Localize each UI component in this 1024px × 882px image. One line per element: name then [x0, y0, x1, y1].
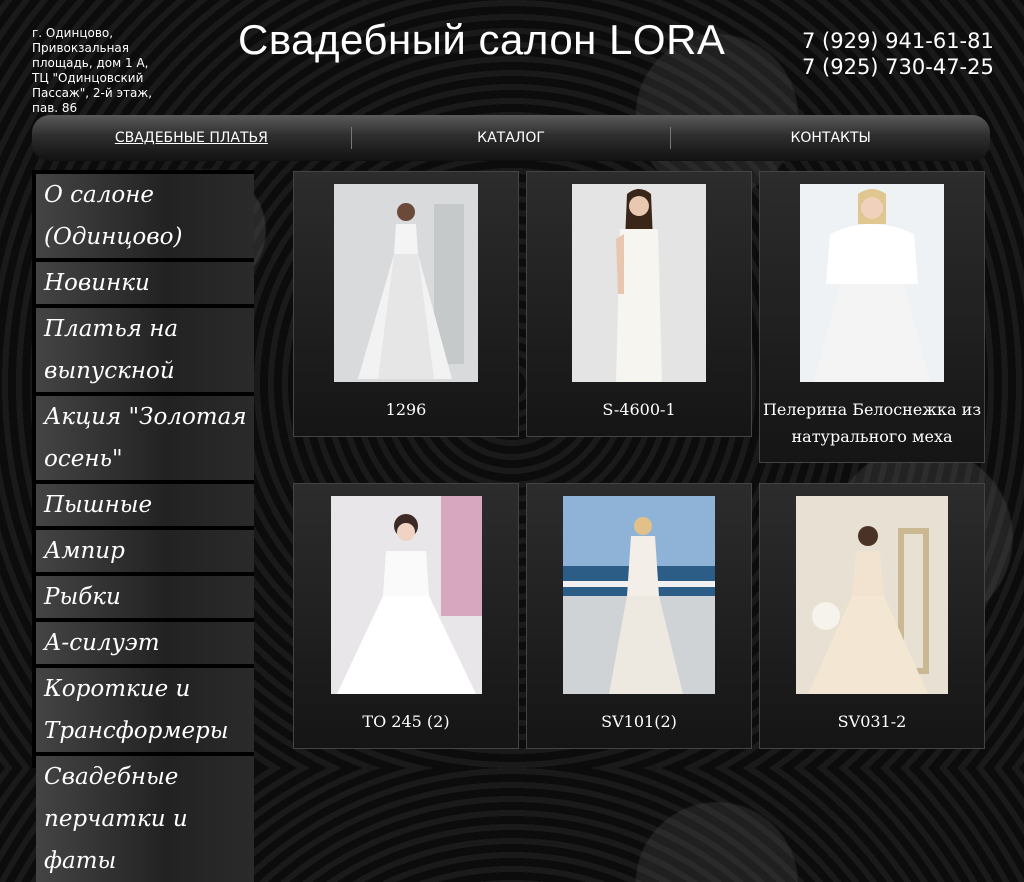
product-card[interactable]: SV031-2 [759, 483, 985, 749]
nav-contacts[interactable]: Контакты [671, 130, 990, 146]
phone-numbers: 7 (929) 941-61-81 7 (925) 730-47-25 [802, 28, 994, 80]
product-name[interactable]: TO 245 (2) [294, 708, 518, 735]
sidebar-item-empire[interactable]: Ампир [36, 530, 254, 572]
product-photo[interactable] [572, 184, 706, 382]
product-card[interactable]: Пелерина Белоснежка из натурального меха [759, 171, 985, 463]
sidebar-item-short[interactable]: Короткие и Трансформеры [36, 668, 254, 752]
product-card[interactable]: 1296 [293, 171, 519, 437]
product-name[interactable]: 1296 [294, 396, 518, 423]
phone-2[interactable]: 7 (925) 730-47-25 [802, 54, 994, 80]
product-name[interactable]: Пелерина Белоснежка из натурального меха [760, 396, 984, 450]
product-photo[interactable] [800, 184, 944, 382]
sidebar-item-prom[interactable]: Платья на выпускной [36, 308, 254, 392]
product-card[interactable]: SV101(2) [526, 483, 752, 749]
main-navigation: Свадебные платья Каталог Контакты [32, 115, 990, 161]
nav-catalog[interactable]: Каталог [352, 130, 671, 146]
nav-wedding-dresses[interactable]: Свадебные платья [32, 130, 351, 146]
sidebar-item-new[interactable]: Новинки [36, 262, 254, 304]
product-name[interactable]: SV031-2 [760, 708, 984, 735]
product-photo[interactable] [331, 496, 482, 694]
product-photo[interactable] [334, 184, 478, 382]
salon-address: г. Одинцово, Привокзальная площадь, дом … [32, 26, 153, 115]
site-title: Свадебный салон LORA [238, 16, 726, 63]
sidebar-item-about[interactable]: О салоне (Одинцово) [36, 174, 254, 258]
sidebar-item-accessories[interactable]: Свадебные перчатки и фаты [36, 756, 254, 882]
product-photo[interactable] [796, 496, 948, 694]
product-photo[interactable] [563, 496, 715, 694]
category-sidebar: О салоне (Одинцово) Новинки Платья на вы… [32, 170, 254, 882]
sidebar-item-ballgown[interactable]: Пышные [36, 484, 254, 526]
phone-1[interactable]: 7 (929) 941-61-81 [802, 28, 994, 54]
sidebar-item-mermaid[interactable]: Рыбки [36, 576, 254, 618]
product-name[interactable]: SV101(2) [527, 708, 751, 735]
product-card[interactable]: TO 245 (2) [293, 483, 519, 749]
sidebar-item-promo[interactable]: Акция "Золотая осень" [36, 396, 254, 480]
product-name[interactable]: S-4600-1 [527, 396, 751, 423]
product-card[interactable]: S-4600-1 [526, 171, 752, 437]
sidebar-item-a-line[interactable]: А-силуэт [36, 622, 254, 664]
